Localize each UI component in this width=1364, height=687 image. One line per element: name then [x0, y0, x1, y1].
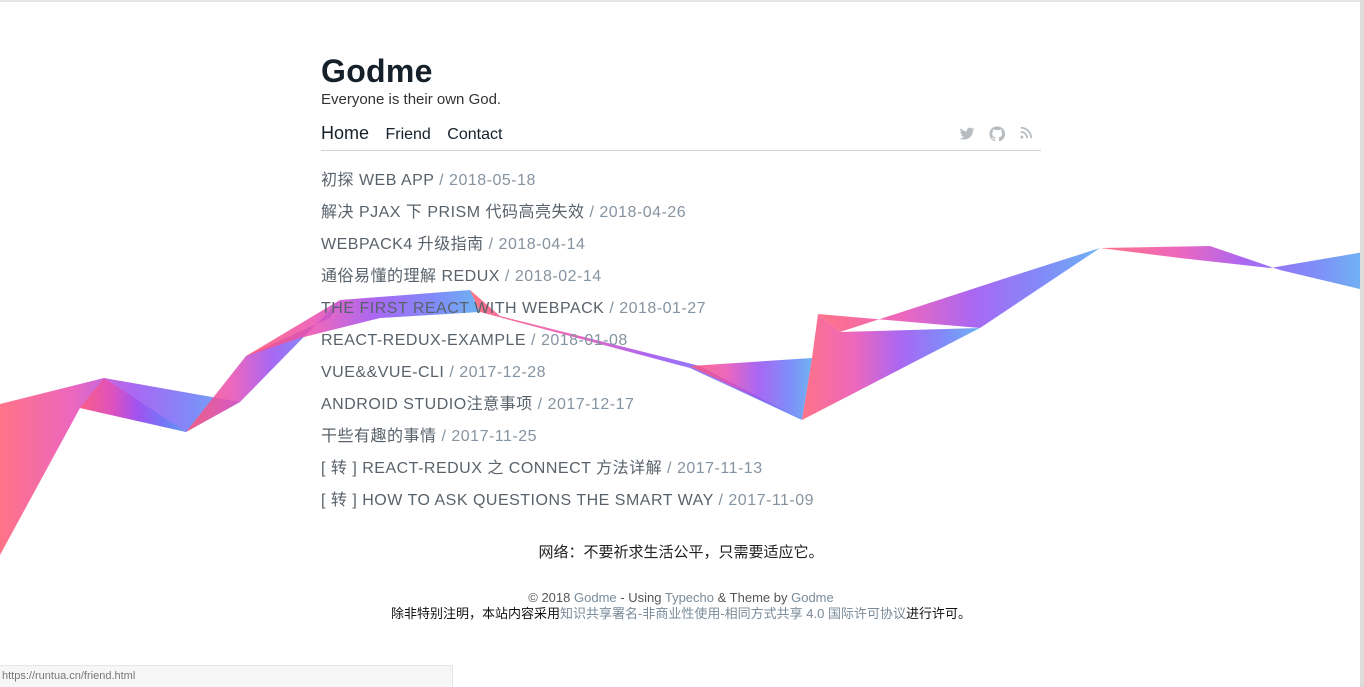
copyright-text: © 2018 [528, 590, 571, 605]
post-title[interactable]: 通俗易懂的理解 REDUX [321, 268, 500, 285]
date-separator: / [718, 492, 724, 509]
twitter-icon[interactable] [959, 126, 977, 144]
list-item: 干些有趣的事情 / 2017-11-25 [321, 421, 1041, 453]
date-separator: / [449, 364, 455, 381]
post-date: 2018-01-27 [619, 300, 707, 317]
post-date: 2017-12-17 [547, 396, 635, 413]
nav-item-home[interactable]: Home [321, 122, 369, 144]
list-item: 通俗易懂的理解 REDUX / 2018-02-14 [321, 261, 1041, 293]
post-date: 2017-12-28 [459, 364, 547, 381]
footer-line-1: © 2018 Godme - Using Typecho & Theme by … [321, 590, 1041, 606]
site-title[interactable]: Godme [321, 52, 1041, 90]
scrollbar[interactable] [1360, 0, 1364, 687]
footer: © 2018 Godme - Using Typecho & Theme by … [321, 590, 1041, 622]
list-item: ANDROID STUDIO注意事项 / 2017-12-17 [321, 389, 1041, 421]
post-title[interactable]: [ 转 ] HOW TO ASK QUESTIONS THE SMART WAY [321, 492, 714, 509]
license-pre-text: 除非特别注明，本站内容采用 [391, 606, 561, 621]
list-item: VUE&&VUE-CLI / 2017-12-28 [321, 357, 1041, 389]
list-item: 初探 WEB APP / 2018-05-18 [321, 165, 1041, 197]
footer-theme-text: & Theme by [717, 590, 788, 605]
post-date: 2018-04-26 [599, 204, 687, 221]
post-title[interactable]: [ 转 ] REACT-REDUX 之 CONNECT 方法详解 [321, 460, 662, 477]
post-title[interactable]: VUE&&VUE-CLI [321, 364, 444, 381]
date-separator: / [589, 204, 595, 221]
post-date: 2017-11-25 [451, 428, 538, 445]
list-item: [ 转 ] REACT-REDUX 之 CONNECT 方法详解 / 2017-… [321, 453, 1041, 485]
post-title[interactable]: 干些有趣的事情 [321, 428, 437, 445]
post-title[interactable]: WEBPACK4 升级指南 [321, 236, 484, 253]
license-link[interactable]: 知识共享署名-非商业性使用-相同方式共享 4.0 国际许可协议 [560, 606, 906, 621]
main-container: Godme Everyone is their own God. Home Fr… [321, 52, 1041, 622]
date-separator: / [439, 172, 445, 189]
post-date: 2018-02-14 [514, 268, 602, 285]
date-separator: / [537, 396, 543, 413]
github-icon[interactable] [989, 126, 1007, 144]
post-date: 2017-11-13 [676, 460, 763, 477]
quote-text: 网络：不要祈求生活公平，只需要适应它。 [538, 544, 824, 561]
list-item: WEBPACK4 升级指南 / 2018-04-14 [321, 229, 1041, 261]
post-list: 初探 WEB APP / 2018-05-18 解决 PJAX 下 PRISM … [321, 165, 1041, 517]
post-date: 2017-11-09 [728, 492, 815, 509]
date-separator: / [504, 268, 510, 285]
footer-using-text: - Using [620, 590, 662, 605]
date-separator: / [441, 428, 447, 445]
nav-item-contact[interactable]: Contact [447, 124, 502, 146]
post-date: 2018-01-08 [540, 332, 628, 349]
list-item: 解决 PJAX 下 PRISM 代码高亮失效 / 2018-04-26 [321, 197, 1041, 229]
list-item: REACT-REDUX-EXAMPLE / 2018-01-08 [321, 325, 1041, 357]
post-date: 2018-04-14 [498, 236, 586, 253]
theme-author-link[interactable]: Godme [791, 590, 834, 605]
typecho-link[interactable]: Typecho [665, 590, 714, 605]
site-description: Everyone is their own God. [321, 91, 502, 108]
post-title[interactable]: ANDROID STUDIO注意事项 [321, 396, 533, 413]
date-separator: / [609, 300, 615, 317]
main-nav: Home Friend Contact [321, 122, 1041, 151]
post-title[interactable]: 初探 WEB APP [321, 172, 434, 189]
list-item: [ 转 ] HOW TO ASK QUESTIONS THE SMART WAY… [321, 485, 1041, 517]
social-links [959, 126, 1037, 144]
footer-site-link[interactable]: Godme [574, 590, 617, 605]
post-title[interactable]: 解决 PJAX 下 PRISM 代码高亮失效 [321, 204, 584, 221]
status-bar-url: https://runtua.cn/friend.html [0, 665, 453, 687]
ribbon-segment [1100, 246, 1364, 290]
date-separator: / [531, 332, 536, 349]
post-title[interactable]: THE FIRST REACT WITH WEBPACK [321, 300, 604, 317]
list-item: THE FIRST REACT WITH WEBPACK / 2018-01-2… [321, 293, 1041, 325]
date-separator: / [667, 460, 672, 477]
nav-item-friend[interactable]: Friend [385, 124, 430, 146]
post-date: 2018-05-18 [449, 172, 536, 189]
date-separator: / [488, 236, 494, 253]
footer-line-2: 除非特别注明，本站内容采用知识共享署名-非商业性使用-相同方式共享 4.0 国际… [321, 606, 1041, 622]
rss-icon[interactable] [1019, 126, 1037, 144]
license-post-text: 进行许可。 [905, 606, 971, 621]
post-title[interactable]: REACT-REDUX-EXAMPLE [321, 332, 526, 349]
